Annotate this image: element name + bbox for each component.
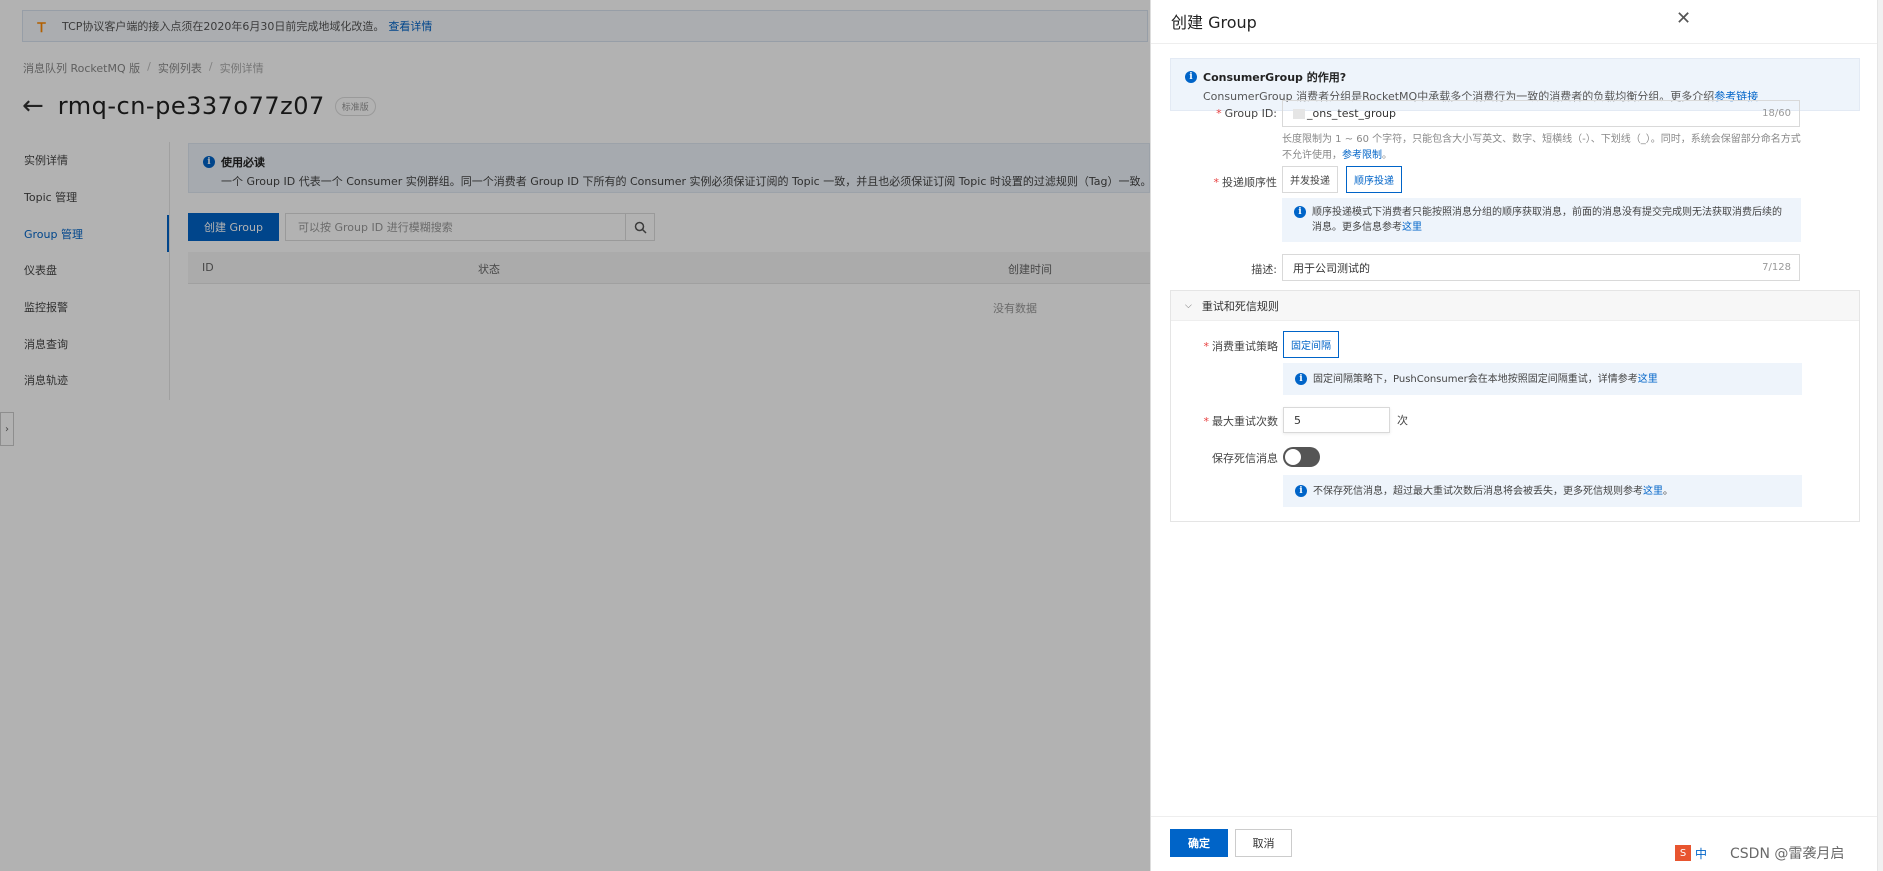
confirm-button[interactable]: 确定 — [1170, 829, 1228, 857]
required-mark: * — [1203, 415, 1210, 428]
delivery-order-label: * 投递顺序性 — [1170, 174, 1278, 190]
ime-toolbar[interactable]: S 中 — [1675, 845, 1707, 862]
max-retry-input[interactable]: 5 — [1283, 407, 1390, 433]
drawer-header: 创建 Group ✕ — [1151, 0, 1883, 44]
masked-prefix — [1293, 108, 1305, 119]
delivery-order-note: i 顺序投递模式下消费者只能按照消息分组的顺序获取消息，前面的消息没有提交完成则… — [1282, 198, 1801, 242]
drawer-title: 创建 Group — [1171, 13, 1257, 32]
group-id-value: _ons_test_group — [1307, 107, 1397, 120]
info-icon: i — [1295, 485, 1307, 497]
retry-strategy-label-text: 消费重试策略 — [1212, 340, 1278, 353]
group-id-label-text: Group ID: — [1224, 107, 1277, 120]
group-id-counter: 18/60 — [1762, 108, 1791, 119]
retry-strategy-label: * 消费重试策略 — [1171, 338, 1279, 354]
group-id-label: * Group ID: — [1170, 107, 1277, 120]
group-id-hint-end: 。 — [1382, 150, 1392, 161]
dead-letter-reference-link[interactable]: 这里 — [1643, 486, 1663, 497]
ime-mode[interactable]: 中 — [1695, 845, 1707, 862]
retry-dead-letter-section: ⌵ 重试和死信规则 * 消费重试策略 固定间隔 i 固定间隔策略下，PushCon… — [1170, 290, 1860, 522]
dead-letter-label: 保存死信消息 — [1212, 452, 1278, 465]
drawer-form: i ConsumerGroup 的作用? ConsumerGroup 消费者分组… — [1170, 58, 1860, 522]
scrollbar[interactable] — [1877, 0, 1883, 871]
watermark: CSDN @雷袭月启 — [1730, 846, 1845, 862]
delivery-order-note-text: 顺序投递模式下消费者只能按照消息分组的顺序获取消息，前面的消息没有提交完成则无法… — [1312, 205, 1789, 235]
fixed-interval-option[interactable]: 固定间隔 — [1283, 331, 1339, 358]
retry-strategy-note: i 固定间隔策略下，PushConsumer会在本地按照固定间隔重试，详情参考这… — [1283, 363, 1802, 395]
info-icon: i — [1295, 373, 1307, 385]
ime-logo-icon: S — [1675, 845, 1691, 861]
modal-mask[interactable] — [0, 0, 1150, 871]
toggle-knob — [1285, 449, 1301, 465]
retry-section-title: 重试和死信规则 — [1201, 299, 1279, 313]
cancel-button[interactable]: 取消 — [1235, 829, 1292, 857]
ordered-delivery-option[interactable]: 顺序投递 — [1346, 166, 1402, 193]
background-page: Ｔ TCP协议客户端的接入点须在2020年6月30日前完成地域化改造。 查看详情… — [0, 0, 1150, 871]
retry-section-header[interactable]: ⌵ 重试和死信规则 — [1171, 291, 1859, 321]
max-retry-label: * 最大重试次数 — [1171, 413, 1279, 429]
delivery-reference-link[interactable]: 这里 — [1402, 222, 1422, 233]
banner-title: ConsumerGroup 的作用? — [1203, 71, 1347, 84]
description-input[interactable]: 用于公司测试的 7/128 — [1282, 254, 1800, 281]
dead-letter-note: i 不保存死信消息，超过最大重试次数后消息将会被丢失，更多死信规则参考这里。 — [1283, 475, 1802, 507]
delivery-note-text: 顺序投递模式下消费者只能按照消息分组的顺序获取消息，前面的消息没有提交完成则无法… — [1312, 207, 1782, 233]
dead-letter-note-text: 不保存死信消息，超过最大重试次数后消息将会被丢失，更多死信规则参考这里。 — [1313, 484, 1673, 499]
retry-strategy-selector: 固定间隔 — [1283, 331, 1339, 358]
dead-letter-text-end: 。 — [1663, 485, 1673, 497]
create-group-drawer: 创建 Group ✕ i ConsumerGroup 的作用? Consumer… — [1150, 0, 1883, 871]
delivery-order-selector: 并发投递 顺序投递 — [1282, 166, 1402, 193]
required-mark: * — [1213, 176, 1220, 189]
concurrent-delivery-option[interactable]: 并发投递 — [1282, 166, 1338, 193]
info-icon: i — [1294, 206, 1306, 218]
retry-reference-link[interactable]: 这里 — [1638, 374, 1658, 385]
group-id-hint: 长度限制为 1 ~ 60 个字符，只能包含大小写英文、数字、短横线（-）、下划线… — [1282, 132, 1802, 164]
description-label: 描述: — [1251, 263, 1277, 276]
retry-strategy-note-text: 固定间隔策略下，PushConsumer会在本地按照固定间隔重试，详情参考这里 — [1313, 372, 1658, 387]
group-id-input[interactable]: _ons_test_group 18/60 — [1282, 100, 1800, 127]
max-retry-label-text: 最大重试次数 — [1212, 415, 1278, 428]
delivery-order-label-text: 投递顺序性 — [1222, 176, 1277, 189]
dead-letter-toggle[interactable] — [1283, 447, 1320, 467]
naming-limit-link[interactable]: 参考限制 — [1342, 150, 1382, 161]
dead-letter-text: 不保存死信消息，超过最大重试次数后消息将会被丢失，更多死信规则参考 — [1313, 485, 1643, 497]
retry-note-text: 固定间隔策略下，PushConsumer会在本地按照固定间隔重试，详情参考 — [1313, 373, 1638, 385]
info-icon: i — [1185, 71, 1197, 83]
max-retry-unit: 次 — [1397, 414, 1408, 427]
chevron-down-icon: ⌵ — [1185, 300, 1192, 311]
description-counter: 7/128 — [1762, 262, 1791, 273]
required-mark: * — [1216, 107, 1222, 120]
required-mark: * — [1203, 340, 1210, 353]
banner-header: i ConsumerGroup 的作用? — [1185, 69, 1845, 85]
description-value: 用于公司测试的 — [1293, 261, 1370, 275]
close-icon[interactable]: ✕ — [1676, 8, 1691, 29]
